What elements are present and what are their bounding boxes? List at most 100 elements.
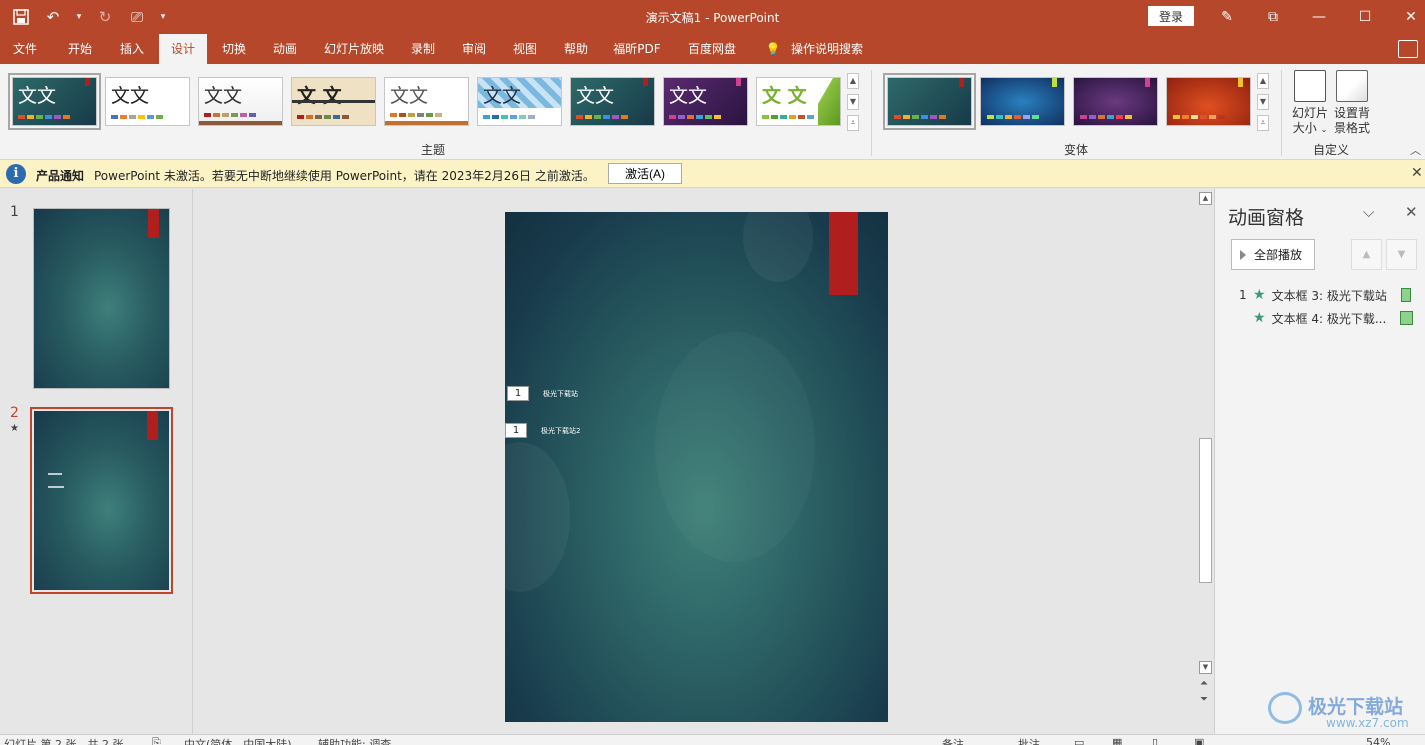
move-down-icon[interactable]: ▼ xyxy=(1386,239,1417,270)
animation-item-label: 文本框 4: 极光下载... xyxy=(1271,311,1387,326)
status-comments[interactable]: 批注 xyxy=(1018,736,1040,745)
variant-teal[interactable] xyxy=(883,73,976,130)
redo-icon[interactable]: ↻ xyxy=(92,4,118,30)
undo-dropdown-icon[interactable]: ▾ xyxy=(72,4,86,30)
theme-purple[interactable]: 文文 xyxy=(663,77,748,126)
thumb-text-line xyxy=(48,473,62,475)
collapse-ribbon-icon[interactable]: ︿ xyxy=(1410,142,1421,158)
status-zoom[interactable]: 54% xyxy=(1366,736,1390,745)
slide-size-button[interactable]: 幻灯片 大小 ⌄ xyxy=(1289,70,1331,137)
theme-scroll-up-icon[interactable]: ▲ xyxy=(847,73,859,89)
variant-scroll-down-icon[interactable]: ▼ xyxy=(1257,94,1269,110)
theme-office[interactable]: 文文 xyxy=(105,77,190,126)
quick-access-toolbar: ↶ ▾ ↻ ⎚ ▾ xyxy=(8,4,170,30)
variant-blue[interactable] xyxy=(980,77,1065,126)
current-slide[interactable] xyxy=(505,212,888,722)
theme-pattern[interactable]: 文文 xyxy=(477,77,562,126)
undo-icon[interactable]: ↶ xyxy=(40,4,66,30)
tab-foxit-pdf[interactable]: 福昕PDF xyxy=(605,34,669,64)
normal-view-icon[interactable]: ▭ xyxy=(1074,736,1084,745)
customize-qat-icon[interactable]: ▾ xyxy=(156,4,170,30)
variant-orange[interactable] xyxy=(1166,77,1251,126)
notification-message: PowerPoint 未激活。若要无中断地继续使用 PowerPoint，请在 … xyxy=(94,169,595,183)
play-all-button[interactable]: 全部播放 xyxy=(1231,239,1315,270)
scrollbar-thumb[interactable] xyxy=(1199,438,1212,583)
tab-transitions[interactable]: 切换 xyxy=(210,34,258,64)
slide-red-ribbon xyxy=(829,212,858,295)
close-icon[interactable]: ✕ xyxy=(1405,203,1418,221)
scroll-down-icon[interactable]: ▼ xyxy=(1199,661,1212,674)
theme-teal[interactable]: 文文 xyxy=(570,77,655,126)
slideshow-from-start-icon[interactable]: ⎚ xyxy=(124,4,150,30)
slide-editor: 1 极光下载站 1 极光下载站2 xyxy=(194,189,1197,734)
tab-insert[interactable]: 插入 xyxy=(108,34,156,64)
status-notes[interactable]: 备注 xyxy=(942,736,964,745)
slide-sorter-icon[interactable]: ▦ xyxy=(1112,736,1122,745)
slideshow-view-icon[interactable]: ▣ xyxy=(1194,736,1204,745)
status-language[interactable]: 中文(简体，中国大陆) xyxy=(184,736,292,745)
move-up-icon[interactable]: ▲ xyxy=(1351,239,1382,270)
close-icon[interactable]: ✕ xyxy=(1411,165,1423,181)
animation-order-tag[interactable]: 1 xyxy=(505,423,527,438)
activate-button[interactable]: 激活(A) xyxy=(608,163,682,184)
slide-thumbnail-2[interactable] xyxy=(30,407,173,594)
tab-help[interactable]: 帮助 xyxy=(552,34,600,64)
theme-color-bars xyxy=(297,115,349,119)
minimize-icon[interactable]: — xyxy=(1305,4,1333,30)
variant-more-icon[interactable]: ⩡ xyxy=(1257,115,1269,131)
animation-order-tag[interactable]: 1 xyxy=(507,386,529,401)
close-icon[interactable]: ✕ xyxy=(1397,4,1425,30)
pane-options-icon[interactable]: ⌵ xyxy=(1363,203,1374,221)
variant-purple[interactable] xyxy=(1073,77,1158,126)
pen-icon[interactable]: ✎ xyxy=(1213,4,1241,30)
ribbon-display-icon[interactable]: ⧉ xyxy=(1259,4,1287,30)
slide-textbox-2[interactable]: 极光下载站2 xyxy=(541,426,580,436)
timing-bar xyxy=(1400,311,1414,325)
tab-slideshow[interactable]: 幻灯片放映 xyxy=(315,34,393,64)
slide-textbox-1[interactable]: 极光下载站 xyxy=(543,389,578,399)
theme-preview-text: 文文 xyxy=(483,85,522,107)
animation-item[interactable]: 1 ★ 文本框 3: 极光下载站 xyxy=(1239,285,1411,305)
theme-facet[interactable]: 文文 xyxy=(198,77,283,126)
next-slide-icon[interactable]: ⏷ xyxy=(1200,694,1208,705)
status-accessibility[interactable]: 辅助功能: 调查 xyxy=(318,736,391,745)
theme-more-icon[interactable]: ⩡ xyxy=(847,115,859,131)
tab-animations[interactable]: 动画 xyxy=(261,34,309,64)
format-background-button[interactable]: 设置背 景格式 xyxy=(1331,70,1373,136)
slide-thumbnail-1[interactable] xyxy=(33,208,170,389)
theme-retrospect[interactable]: 文文 xyxy=(384,77,469,126)
play-icon xyxy=(1240,249,1246,260)
slide-size-label-text: 大小 xyxy=(1292,121,1317,135)
previous-slide-icon[interactable]: ⏶ xyxy=(1200,678,1208,689)
lightbulb-icon[interactable]: 💡 xyxy=(762,34,784,64)
theme-office-dark[interactable]: 文文 xyxy=(8,73,101,130)
save-icon[interactable] xyxy=(8,4,34,30)
reading-view-icon[interactable]: ▯ xyxy=(1152,736,1158,745)
tab-view[interactable]: 视图 xyxy=(501,34,549,64)
comment-icon[interactable] xyxy=(1398,40,1418,58)
maximize-icon[interactable]: ☐ xyxy=(1351,4,1379,30)
login-button[interactable]: 登录 xyxy=(1148,6,1194,26)
tab-file[interactable]: 文件 xyxy=(0,34,50,64)
animation-item[interactable]: ★ 文本框 4: 极光下载... xyxy=(1239,308,1414,328)
tab-record[interactable]: 录制 xyxy=(398,34,448,64)
theme-wood[interactable]: 文 文 xyxy=(291,77,376,126)
tab-design[interactable]: 设计 xyxy=(159,34,207,64)
info-icon: i xyxy=(6,164,26,184)
variant-scroll-up-icon[interactable]: ▲ xyxy=(1257,73,1269,89)
tab-baidu-netdisk[interactable]: 百度网盘 xyxy=(679,34,745,64)
variant-tag xyxy=(1238,78,1243,87)
spellcheck-icon[interactable]: ⎘ xyxy=(152,736,161,745)
play-all-label: 全部播放 xyxy=(1254,248,1303,262)
variant-tag xyxy=(1145,78,1150,87)
variant-tag xyxy=(1052,78,1057,87)
format-background-icon xyxy=(1336,70,1368,102)
scroll-up-icon[interactable]: ▲ xyxy=(1199,192,1212,205)
tab-review[interactable]: 审阅 xyxy=(450,34,498,64)
format-background-label-2: 景格式 xyxy=(1333,121,1370,135)
theme-green-slice[interactable]: 文 文 xyxy=(756,77,841,126)
tell-me-search[interactable]: 操作说明搜索 xyxy=(787,34,867,64)
vertical-scrollbar[interactable]: ▲ ▼ ⏶ ⏷ xyxy=(1197,189,1214,709)
theme-scroll-down-icon[interactable]: ▼ xyxy=(847,94,859,110)
tab-home[interactable]: 开始 xyxy=(54,34,106,64)
